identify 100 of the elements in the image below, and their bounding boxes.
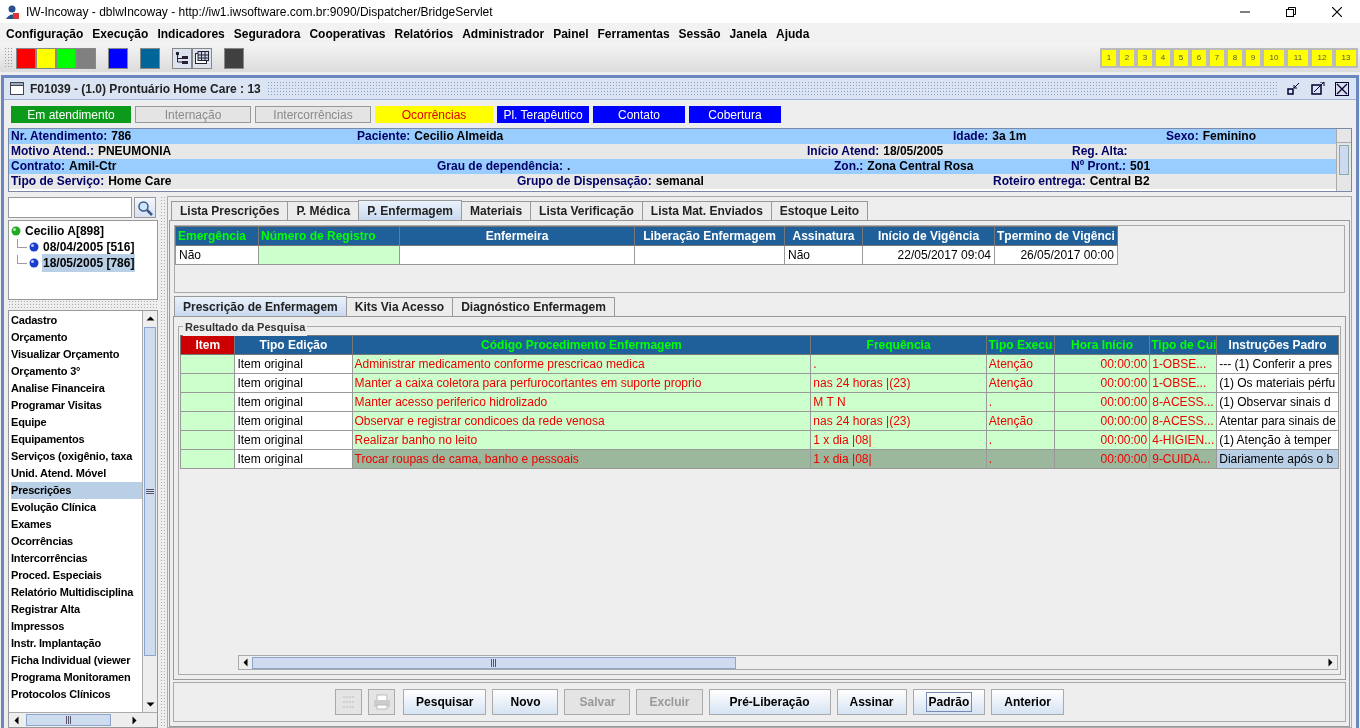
maximize-button[interactable] — [1308, 79, 1328, 98]
nav-item[interactable]: Impressos — [11, 618, 142, 635]
number-button[interactable]: 5 — [1172, 48, 1190, 68]
close-button[interactable] — [1332, 79, 1352, 98]
nav-item[interactable]: Protocolos Clínicos — [11, 686, 142, 703]
status-button[interactable]: Contato — [593, 106, 685, 123]
nav-item[interactable]: Relatório Multidisciplina — [11, 584, 142, 601]
nav-item[interactable]: Programar Visitas — [11, 397, 142, 414]
nav-item[interactable]: Instr. Implantação — [11, 635, 142, 652]
menu-item[interactable]: Sessão — [675, 24, 724, 43]
color-button[interactable] — [56, 47, 76, 69]
row-selector[interactable] — [180, 354, 235, 374]
nav-item[interactable]: Registrar Alta — [11, 601, 142, 618]
tree-node[interactable]: Cecilio A[898] — [24, 222, 105, 240]
row-selector[interactable] — [180, 449, 235, 469]
menu-item[interactable]: Execução — [89, 24, 152, 43]
action-button[interactable]: Assinar — [836, 689, 907, 715]
scrollbar[interactable] — [9, 712, 157, 727]
color-button[interactable] — [36, 47, 56, 69]
scrollbar[interactable] — [142, 311, 157, 712]
status-button[interactable]: Cobertura — [689, 106, 781, 123]
field-value: PNEUMONIA — [97, 144, 172, 159]
toolbar-button[interactable] — [192, 47, 212, 69]
action-button[interactable]: Pré-Liberação — [708, 689, 831, 715]
color-button[interactable] — [76, 47, 96, 69]
status-button[interactable]: Ocorrências — [375, 106, 493, 123]
splitter[interactable] — [8, 300, 158, 310]
nav-item[interactable]: Prescrições — [11, 482, 142, 499]
nav-item[interactable]: Equipamentos — [11, 431, 142, 448]
row-selector[interactable] — [180, 430, 235, 450]
color-button[interactable] — [16, 47, 36, 69]
action-button[interactable]: Novo — [492, 689, 559, 715]
nav-item[interactable]: Analise Financeira — [11, 380, 142, 397]
number-button[interactable]: 13 — [1334, 48, 1358, 68]
number-button[interactable]: 12 — [1310, 48, 1334, 68]
number-button[interactable]: 7 — [1208, 48, 1226, 68]
number-button[interactable]: 4 — [1154, 48, 1172, 68]
nav-item[interactable]: Ficha Individual (viewer — [11, 652, 142, 669]
status-button[interactable]: Em atendimento — [11, 106, 131, 123]
nav-item[interactable]: Intercorrências — [11, 550, 142, 567]
tab[interactable]: P. Enfermagem — [358, 200, 463, 220]
field-label: Zon.: — [834, 159, 864, 174]
menu-item[interactable]: Configuração — [3, 24, 87, 43]
nav-item[interactable]: Unid. Atend. Móvel — [11, 465, 142, 482]
menu-item[interactable]: Painel — [550, 24, 592, 43]
nav-item[interactable]: Proced. Especiais — [11, 567, 142, 584]
action-button[interactable]: Anterior — [991, 689, 1064, 715]
nav-item[interactable]: Orçamento — [11, 329, 142, 346]
color-button[interactable] — [140, 47, 160, 69]
menu-item[interactable]: Janela — [726, 24, 770, 43]
color-button[interactable] — [108, 47, 128, 69]
tab[interactable]: Lista Prescrições — [171, 201, 289, 220]
tab[interactable]: Lista Verificação — [530, 201, 643, 220]
field-label: Grupo de Dispensação: — [517, 174, 652, 189]
row-selector[interactable] — [180, 373, 235, 393]
tree-line-icon — [17, 255, 27, 264]
number-button[interactable]: 9 — [1244, 48, 1262, 68]
tab[interactable]: Prescrição de Enfermagem — [174, 296, 347, 316]
color-button[interactable] — [224, 47, 244, 69]
nav-item[interactable]: Evolução Clínica — [11, 499, 142, 516]
field-value: Amil-Ctr — [69, 159, 117, 174]
nav-item[interactable]: Serviços (oxigênio, taxa — [11, 448, 142, 465]
menu-item[interactable]: Ferramentas — [594, 24, 673, 43]
status-button[interactable]: Pl. Terapêutico — [497, 106, 589, 123]
nav-item[interactable]: Exames — [11, 516, 142, 533]
menu-item[interactable]: Ajuda — [772, 24, 813, 43]
menu-item[interactable]: Cooperativas — [306, 24, 389, 43]
number-button[interactable]: 6 — [1190, 48, 1208, 68]
row-selector[interactable] — [180, 411, 235, 431]
search-field[interactable] — [8, 197, 132, 218]
nav-item[interactable]: Cadastro — [11, 312, 142, 329]
menu-item[interactable]: Seguradora — [230, 24, 304, 43]
field-label: Paciente: — [357, 129, 411, 144]
number-button[interactable]: 10 — [1262, 48, 1286, 68]
tab[interactable]: Diagnóstico Enfermagem — [452, 297, 615, 316]
nav-item[interactable]: Orçamento 3° — [11, 363, 142, 380]
number-button[interactable]: 2 — [1118, 48, 1136, 68]
scrollbar[interactable] — [238, 655, 1338, 670]
nav-item[interactable]: Programa Monitoramen — [11, 669, 142, 686]
menu-item[interactable]: Indicadores — [154, 24, 228, 43]
nav-item[interactable]: Ocorrências — [11, 533, 142, 550]
number-button[interactable]: 8 — [1226, 48, 1244, 68]
search-button[interactable] — [134, 197, 156, 218]
number-button[interactable]: 11 — [1286, 48, 1310, 68]
toolbar-button[interactable] — [172, 47, 192, 69]
row-selector[interactable] — [180, 392, 235, 412]
menu-item[interactable]: Relatórios — [391, 24, 457, 43]
action-button[interactable]: Padrão — [912, 689, 986, 715]
menu-item[interactable]: Administrador — [459, 24, 548, 43]
nav-item[interactable]: Equipe — [11, 414, 142, 431]
tree-node[interactable]: 08/04/2005 [516] — [42, 238, 136, 256]
scrollbar[interactable] — [1336, 129, 1351, 191]
nav-item[interactable]: Visualizar Orçamento — [11, 346, 142, 363]
number-button[interactable]: 3 — [1136, 48, 1154, 68]
tab[interactable]: Estoque Leito — [770, 201, 869, 220]
close-icon — [1332, 6, 1342, 17]
field-value: Feminino — [1202, 129, 1257, 144]
action-button[interactable]: Pesquisar — [403, 689, 487, 715]
number-button[interactable]: 1 — [1100, 48, 1118, 68]
tree-node[interactable]: 18/05/2005 [786] — [42, 254, 136, 272]
